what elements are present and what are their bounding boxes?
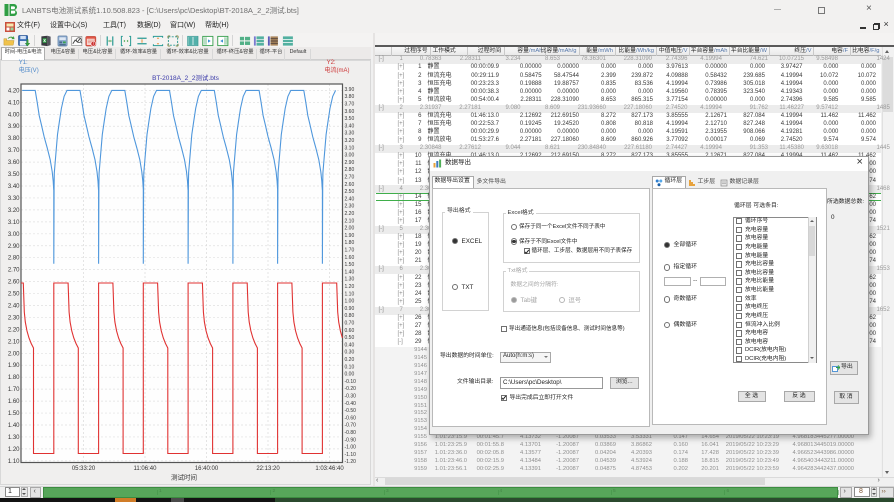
svg-text:0.50: 0.50 (345, 335, 355, 341)
svg-text:4.20: 4.20 (8, 88, 20, 94)
svg-text:-0.70: -0.70 (345, 423, 357, 429)
svg-text:3.30: 3.30 (345, 131, 355, 137)
svg-text:3.40: 3.40 (345, 123, 355, 129)
svg-text:2.30: 2.30 (345, 204, 355, 210)
svg-text:2.60: 2.60 (345, 182, 355, 188)
svg-text:1.00: 1.00 (345, 299, 355, 305)
svg-text:3.70: 3.70 (8, 148, 20, 154)
svg-text:2.00: 2.00 (345, 226, 355, 232)
svg-text:1.50: 1.50 (345, 262, 355, 268)
svg-text:05:33:20: 05:33:20 (72, 466, 96, 472)
svg-text:3.50: 3.50 (345, 116, 355, 122)
svg-text:-0.30: -0.30 (345, 394, 357, 400)
svg-text:0.60: 0.60 (345, 328, 355, 334)
svg-text:-0.20: -0.20 (345, 386, 357, 392)
svg-text:2.50: 2.50 (345, 189, 355, 195)
svg-text:4.00: 4.00 (8, 112, 20, 118)
svg-text:3.70: 3.70 (345, 102, 355, 108)
svg-text:1.60: 1.60 (8, 399, 20, 405)
svg-text:-0.60: -0.60 (345, 415, 357, 421)
svg-text:-0.10: -0.10 (345, 379, 357, 385)
svg-text:2.80: 2.80 (345, 167, 355, 173)
svg-text:2.90: 2.90 (8, 244, 20, 250)
svg-text:2.30: 2.30 (8, 315, 20, 321)
svg-text:2.00: 2.00 (8, 351, 20, 357)
svg-text:-0.90: -0.90 (345, 437, 357, 443)
svg-text:2.20: 2.20 (345, 211, 355, 217)
svg-text:3.10: 3.10 (8, 220, 20, 226)
svg-text:3.00: 3.00 (8, 232, 20, 238)
svg-text:1.20: 1.20 (8, 447, 20, 453)
svg-text:2.90: 2.90 (345, 160, 355, 166)
svg-text:1.30: 1.30 (345, 277, 355, 283)
svg-text:1.30: 1.30 (8, 435, 20, 441)
svg-text:3.10: 3.10 (345, 145, 355, 151)
svg-text:0.80: 0.80 (345, 313, 355, 319)
svg-text:0.20: 0.20 (345, 357, 355, 363)
svg-text:3.20: 3.20 (345, 138, 355, 144)
svg-text:1.80: 1.80 (345, 240, 355, 246)
svg-text:1.80: 1.80 (8, 375, 20, 381)
svg-text:1.40: 1.40 (8, 423, 20, 429)
svg-text:2.70: 2.70 (345, 175, 355, 181)
svg-text:4.10: 4.10 (8, 100, 20, 106)
svg-text:1:03:46:40: 1:03:46:40 (315, 466, 344, 472)
svg-text:2.50: 2.50 (8, 292, 20, 298)
svg-text:0.30: 0.30 (345, 350, 355, 356)
svg-text:1.10: 1.10 (345, 291, 355, 297)
svg-text:-0.40: -0.40 (345, 401, 357, 407)
svg-text:0.00: 0.00 (345, 372, 355, 378)
svg-text:3.30: 3.30 (8, 196, 20, 202)
svg-text:0.70: 0.70 (345, 321, 355, 327)
svg-text:1.50: 1.50 (8, 411, 20, 417)
svg-text:2.40: 2.40 (8, 304, 20, 310)
svg-text:1.90: 1.90 (8, 363, 20, 369)
svg-text:1.10: 1.10 (8, 459, 20, 465)
svg-text:!: ! (93, 41, 94, 46)
svg-text:1.90: 1.90 (345, 233, 355, 239)
svg-text:-1.00: -1.00 (345, 445, 357, 451)
svg-text:11:06:40: 11:06:40 (134, 466, 158, 472)
svg-text:1.70: 1.70 (8, 387, 20, 393)
svg-text:2.10: 2.10 (345, 218, 355, 224)
svg-text:3.80: 3.80 (345, 94, 355, 100)
svg-text:2.40: 2.40 (345, 196, 355, 202)
svg-text:-1.10: -1.10 (345, 452, 357, 458)
svg-text:-1.20: -1.20 (345, 459, 357, 465)
svg-text:3.90: 3.90 (345, 87, 355, 93)
svg-text:2.20: 2.20 (8, 327, 20, 333)
svg-text:2.70: 2.70 (8, 268, 20, 274)
svg-text:1.20: 1.20 (345, 284, 355, 290)
svg-text:-0.50: -0.50 (345, 408, 357, 414)
svg-text:2.60: 2.60 (8, 280, 20, 286)
svg-text:3.00: 3.00 (345, 153, 355, 159)
svg-text:3.40: 3.40 (8, 184, 20, 190)
svg-text:0.90: 0.90 (345, 306, 355, 312)
svg-text:3.60: 3.60 (8, 160, 20, 166)
svg-text:3.80: 3.80 (8, 136, 20, 142)
svg-text:3.50: 3.50 (8, 172, 20, 178)
svg-text:3.20: 3.20 (8, 208, 20, 214)
svg-text:0.10: 0.10 (345, 364, 355, 370)
svg-text:0.40: 0.40 (345, 342, 355, 348)
svg-text:1.70: 1.70 (345, 248, 355, 254)
svg-text:1.40: 1.40 (345, 269, 355, 275)
svg-text:3.60: 3.60 (345, 109, 355, 115)
svg-text:3.90: 3.90 (8, 124, 20, 130)
svg-text:测试时间: 测试时间 (171, 473, 197, 482)
svg-text:2.80: 2.80 (8, 256, 20, 262)
svg-text:16:40:00: 16:40:00 (195, 466, 219, 472)
svg-text:22:13:20: 22:13:20 (256, 466, 280, 472)
svg-text:1.60: 1.60 (345, 255, 355, 261)
svg-text:-0.80: -0.80 (345, 430, 357, 436)
svg-text:2.10: 2.10 (8, 339, 20, 345)
